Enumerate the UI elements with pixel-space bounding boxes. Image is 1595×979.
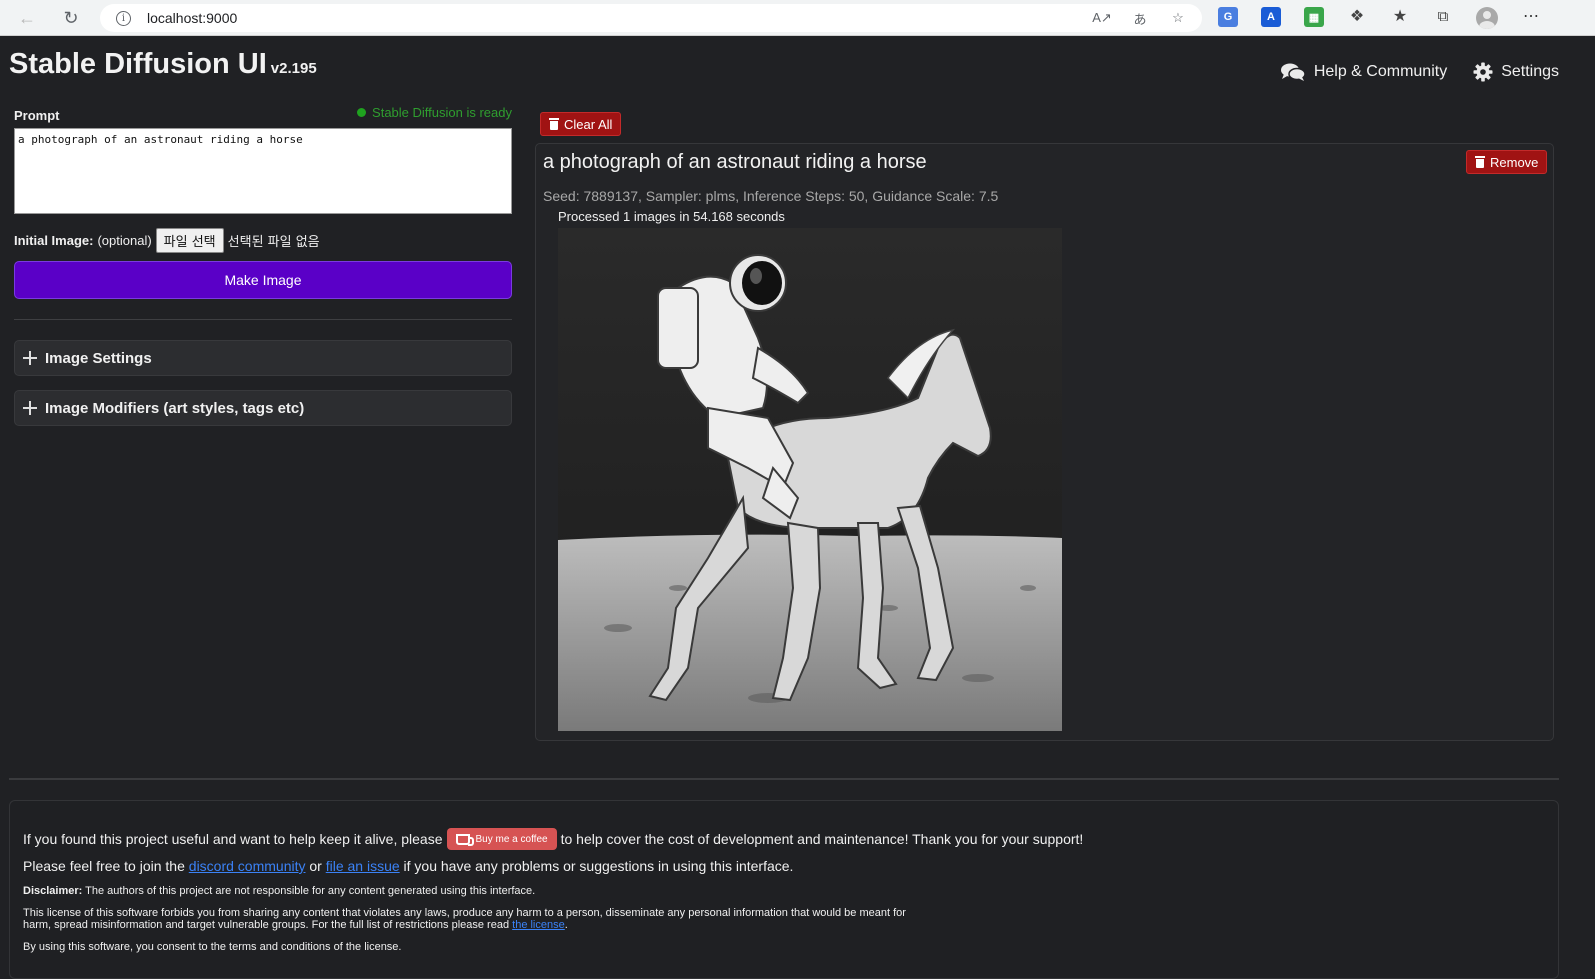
translate-extension-icon[interactable]: G [1218,7,1238,27]
buy-me-a-coffee-button[interactable]: Buy me a coffee [446,828,557,850]
server-status: Stable Diffusion is ready [357,105,512,120]
extension-icon[interactable]: ▦ [1304,7,1324,27]
disclaimer-text: The authors of this project are not resp… [85,885,536,897]
add-favorite-icon[interactable]: ☆ [1168,9,1188,27]
initial-image-label: Initial Image: [14,233,94,248]
consent-line: By using this software, you consent to t… [23,941,402,953]
image-modifiers-label: Image Modifiers (art styles, tags etc) [45,399,305,417]
initial-image-row: Initial Image: (optional) 파일 선택 선택된 파일 없… [14,228,320,253]
astronaut-horse-image [558,228,1062,731]
site-info-icon[interactable]: i [116,10,131,26]
support-text-pre: If you found this project useful and wan… [23,831,443,847]
favorites-icon[interactable]: ★ [1390,7,1410,25]
discord-link[interactable]: discord community [189,858,306,874]
browser-toolbar: ← ↻ i localhost:9000 A↗ あ ☆ G A ▦ ❖ ★ ⧉ … [0,0,1595,36]
collections-icon[interactable]: ⧉ [1433,7,1453,25]
comments-icon [1280,63,1306,81]
settings-label: Settings [1501,63,1559,80]
coffee-cup-icon [455,833,474,846]
help-community-link[interactable]: Help & Community [1280,62,1447,82]
image-settings-toggle[interactable]: Image Settings [14,340,512,376]
license-line: This license of this software forbids yo… [23,907,923,931]
top-nav: Help & Community Settings [1280,62,1559,82]
disclaimer-label: Disclaimer: [23,885,83,897]
image-settings-label: Image Settings [45,349,152,367]
help-community-label: Help & Community [1313,63,1448,80]
disclaimer-line: Disclaimer: The authors of this project … [23,885,535,897]
generated-image[interactable] [558,228,1062,731]
url-text[interactable]: localhost:9000 [147,10,237,26]
puzzle-extensions-icon[interactable]: ❖ [1347,7,1367,25]
community-line: Please feel free to join the discord com… [23,858,793,874]
choose-file-button[interactable]: 파일 선택 [155,228,224,253]
support-line: If you found this project useful and wan… [23,828,1083,850]
profile-avatar-icon[interactable] [1476,7,1498,29]
prompt-input[interactable]: a photograph of an astronaut riding a ho… [14,128,512,214]
image-modifiers-toggle[interactable]: Image Modifiers (art styles, tags etc) [14,390,512,426]
result-processed-time: Processed 1 images in 54.168 seconds [558,209,785,224]
license-text: This license of this software forbids yo… [23,907,906,931]
community-text-post: if you have any problems or suggestions … [403,858,794,874]
clear-all-button[interactable]: Clear All [540,112,622,136]
result-metadata: Seed: 7889137, Sampler: plms, Inference … [543,188,999,204]
remove-label: Remove [1490,154,1539,170]
trash-icon [1475,156,1485,168]
footer-divider [9,778,1559,780]
editor-divider [14,319,512,320]
initial-image-optional: (optional) [97,233,152,248]
clear-all-label: Clear All [564,116,613,132]
license-link[interactable]: the license [512,919,565,931]
status-text: Stable Diffusion is ready [372,105,512,120]
remove-result-button[interactable]: Remove [1466,150,1548,174]
status-dot-icon [357,108,367,117]
translate-page-icon[interactable]: あ [1130,9,1150,27]
settings-link[interactable]: Settings [1473,62,1559,82]
back-icon[interactable]: ← [14,6,40,30]
gear-icon [1473,62,1493,82]
result-prompt-title: a photograph of an astronaut riding a ho… [543,151,927,173]
app-title-text: Stable Diffusion UI [9,48,267,80]
make-image-button[interactable]: Make Image [14,261,512,299]
app-title: Stable Diffusion UI v2.195 [9,48,317,81]
app-version: v2.195 [270,60,317,77]
plus-icon [23,401,37,415]
footer: If you found this project useful and wan… [9,800,1559,979]
result-card: a photograph of an astronaut riding a ho… [535,143,1554,741]
reload-icon[interactable]: ↻ [58,6,84,30]
support-text-post: to help cover the cost of development an… [560,831,1084,847]
prompt-label: Prompt [14,108,60,123]
file-issue-link[interactable]: file an issue [326,858,400,874]
trash-icon [549,118,559,130]
coffee-label: Buy me a coffee [475,833,548,845]
dictionary-extension-icon[interactable]: A [1261,7,1281,27]
read-aloud-icon[interactable]: A↗ [1092,9,1112,27]
no-file-selected-text: 선택된 파일 없음 [227,235,320,250]
community-text-pre: Please feel free to join the [23,858,185,874]
address-bar[interactable]: i localhost:9000 A↗ あ ☆ [100,4,1202,32]
more-menu-icon[interactable]: ⋯ [1521,7,1541,25]
license-period: . [564,919,568,931]
plus-icon [23,351,37,365]
community-text-mid: or [309,858,322,874]
